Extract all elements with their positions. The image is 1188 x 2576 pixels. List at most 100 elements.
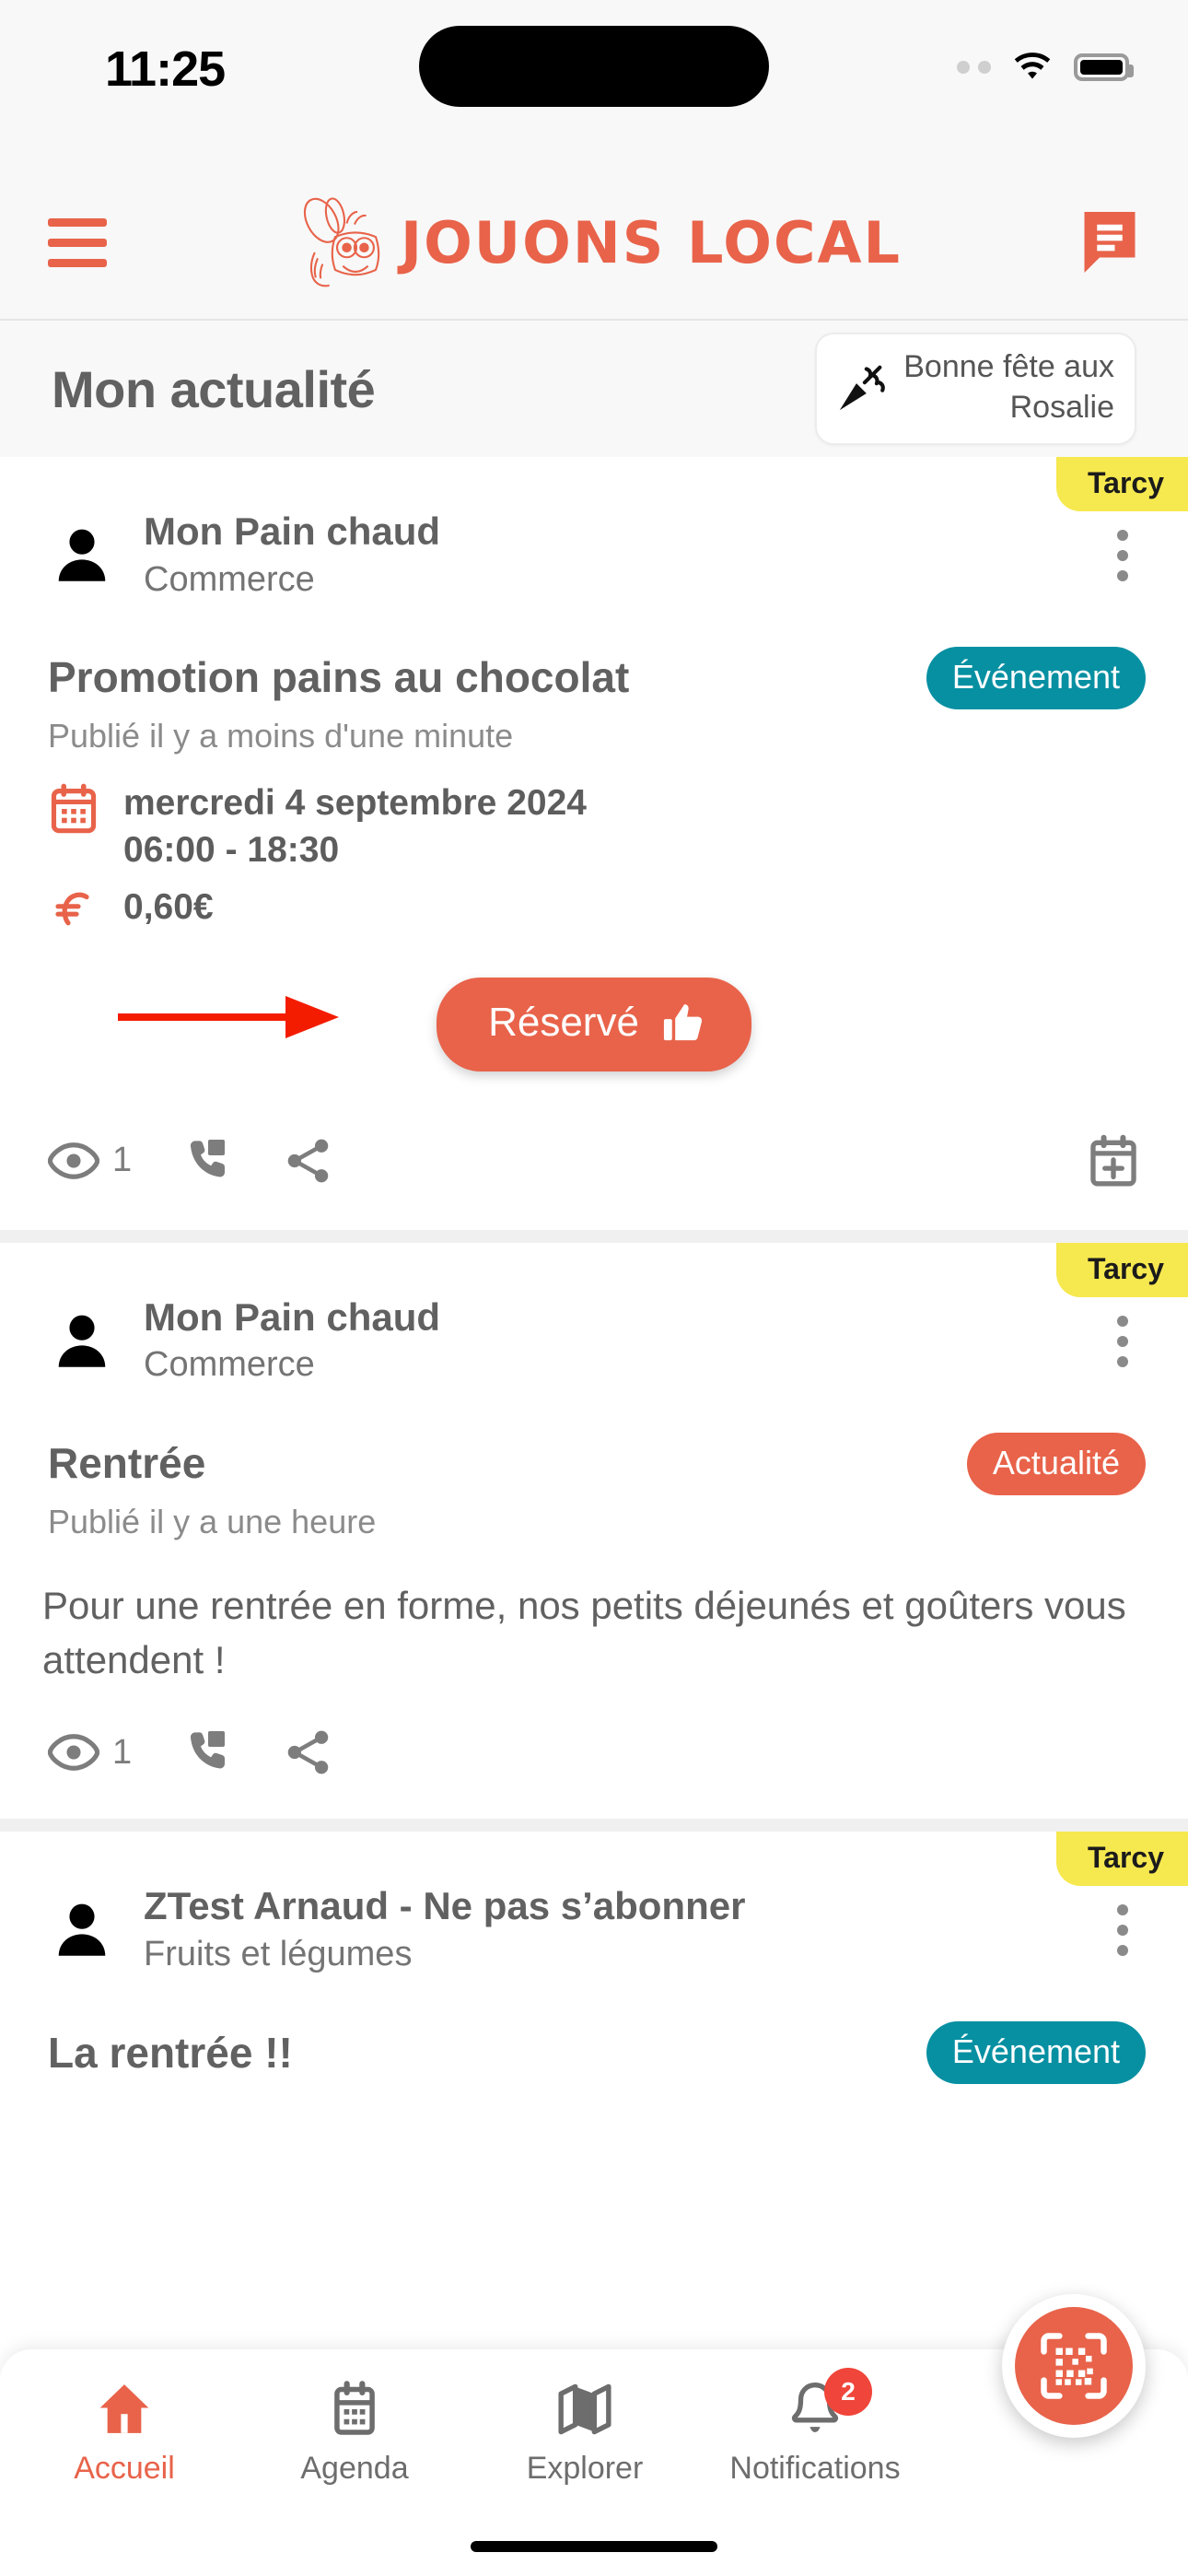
- call-action[interactable]: [185, 1137, 231, 1185]
- qr-code-scan-icon: [1041, 2333, 1107, 2399]
- phone-icon: [191, 1139, 226, 1177]
- battery-icon: [1074, 53, 1134, 81]
- page-title: Mon actualité: [52, 359, 376, 418]
- section-header: Mon actualité Bonne fête aux Rosalie: [0, 321, 1188, 457]
- post-title-row: La rentrée !! Événement: [0, 1977, 1188, 2084]
- post-card[interactable]: Tarcy Mon Pain chaud Commerce Rentrée Ac…: [0, 1242, 1188, 1820]
- thumbs-up-icon: [663, 1003, 703, 1041]
- reserve-button[interactable]: Réservé: [437, 977, 751, 1071]
- post-author-name: Mon Pain chaud: [144, 509, 441, 553]
- post-price-row: 0,60€: [48, 884, 1140, 931]
- location-tag: Tarcy: [1055, 1832, 1188, 1887]
- post-title-row: Rentrée Actualité: [0, 1388, 1188, 1495]
- post-actions: 1: [0, 1094, 1188, 1224]
- share-icon: [287, 1730, 329, 1774]
- share-icon: [287, 1139, 329, 1183]
- views-action[interactable]: 1: [48, 1141, 132, 1180]
- nav-label-accueil: Accueil: [74, 2451, 175, 2486]
- location-tag: Tarcy: [1055, 1242, 1188, 1297]
- person-avatar-icon: [58, 1903, 106, 1956]
- post-date: mercredi 4 septembre 2024: [123, 782, 587, 823]
- post-card[interactable]: Tarcy ZTest Arnaud - Ne pas s’abonner Fr…: [0, 1832, 1188, 2301]
- post-price: 0,60€: [123, 886, 214, 927]
- post-category-badge: Événement: [926, 646, 1146, 709]
- post-category-badge: Actualité: [966, 1432, 1146, 1495]
- kebab-menu-icon[interactable]: [1117, 1904, 1140, 1957]
- wifi-icon: [1014, 53, 1051, 79]
- post-title: Rentrée: [48, 1439, 206, 1488]
- chat-bubble-icon[interactable]: [1079, 209, 1140, 275]
- post-date-row: mercredi 4 septembre 2024 06:00 - 18:30: [48, 779, 1140, 874]
- post-time: 06:00 - 18:30: [123, 830, 340, 871]
- app-header: JOUONS LOCAL: [0, 166, 1188, 321]
- kebab-menu-icon[interactable]: [1117, 1315, 1140, 1367]
- calendar-icon: [334, 2381, 375, 2435]
- person-avatar-icon: [58, 1315, 106, 1367]
- eye-icon: [48, 1142, 99, 1179]
- phone-icon: [191, 1731, 226, 1769]
- post-author-row: ZTest Arnaud - Ne pas s’abonner Fruits e…: [0, 1832, 1188, 1977]
- home-icon: [99, 2384, 149, 2433]
- signal-dots-icon: [957, 61, 991, 74]
- dynamic-island: [419, 26, 769, 107]
- nav-item-explorer[interactable]: Explorer: [470, 2381, 700, 2487]
- reserve-button-label: Réservé: [488, 999, 639, 1045]
- brand: JOUONS LOCAL: [286, 194, 902, 291]
- nav-item-notifications[interactable]: 2 Notifications: [700, 2368, 930, 2487]
- hamburger-menu-icon[interactable]: [48, 217, 107, 267]
- post-title-row: Promotion pains au chocolat Événement: [0, 603, 1188, 709]
- post-published: Publié il y a moins d'une minute: [48, 716, 514, 755]
- post-title: Promotion pains au chocolat: [48, 653, 630, 702]
- post-author-role: Commerce: [144, 1345, 315, 1385]
- post-cta-wrap: Réservé: [0, 941, 1188, 1094]
- views-count: 1: [112, 1732, 133, 1772]
- post-author-role: Commerce: [144, 559, 315, 599]
- euro-icon: [55, 892, 89, 926]
- post-card[interactable]: Tarcy Mon Pain chaud Commerce Promotion …: [0, 457, 1188, 1230]
- status-indicators: [957, 44, 1134, 83]
- person-avatar-icon: [58, 529, 106, 581]
- red-arrow-annotation: [118, 995, 339, 1038]
- post-actions: 1: [0, 1688, 1188, 1813]
- share-action[interactable]: [285, 1728, 332, 1776]
- views-count: 1: [112, 1141, 133, 1180]
- nameday-card[interactable]: Bonne fête aux Rosalie: [815, 333, 1136, 445]
- post-author-role: Fruits et légumes: [144, 1934, 413, 1973]
- brand-name: JOUONS LOCAL: [401, 208, 902, 276]
- nameday-line1: Bonne fête aux: [903, 349, 1114, 385]
- nav-label-agenda: Agenda: [300, 2451, 409, 2486]
- call-action[interactable]: [185, 1728, 231, 1776]
- post-meta: mercredi 4 septembre 2024 06:00 - 18:30: [0, 755, 1188, 931]
- post-title: La rentrée !!: [48, 2028, 293, 2077]
- home-indicator: [471, 2541, 717, 2552]
- nav-label-notifications: Notifications: [729, 2451, 901, 2486]
- qr-scan-fab[interactable]: [1002, 2294, 1146, 2438]
- news-feed: Tarcy Mon Pain chaud Commerce Promotion …: [0, 457, 1188, 2301]
- status-time: 11:25: [105, 41, 226, 97]
- location-tag: Tarcy: [1055, 457, 1188, 511]
- nav-item-accueil[interactable]: Accueil: [9, 2381, 239, 2487]
- share-action[interactable]: [285, 1137, 332, 1185]
- nameday-text: Bonne fête aux Rosalie: [903, 347, 1114, 427]
- app-screen: 11:25 JOUONS LOCAL Mon actualité Bonne f…: [0, 0, 1188, 2576]
- post-author-name: ZTest Arnaud - Ne pas s’abonner: [144, 1884, 746, 1928]
- views-action[interactable]: 1: [48, 1733, 132, 1773]
- notifications-badge: 2: [824, 2368, 872, 2416]
- post-category-badge: Événement: [926, 2021, 1146, 2084]
- post-author-name: Mon Pain chaud: [144, 1294, 441, 1339]
- post-body: Pour une rentrée en forme, nos petits dé…: [42, 1583, 1126, 1682]
- bee-logo-icon: [303, 196, 380, 287]
- kebab-menu-icon[interactable]: [1117, 529, 1140, 581]
- post-published: Publié il y a une heure: [48, 1502, 377, 1540]
- nav-item-agenda[interactable]: Agenda: [239, 2381, 470, 2487]
- nav-label-explorer: Explorer: [526, 2451, 644, 2486]
- nameday-line2: Rosalie: [1009, 390, 1114, 425]
- status-bar: 11:25: [0, 0, 1188, 166]
- map-icon: [558, 2383, 611, 2435]
- add-to-calendar-action[interactable]: [1087, 1134, 1140, 1188]
- post-author-row: Mon Pain chaud Commerce: [0, 457, 1188, 603]
- eye-icon: [48, 1734, 99, 1771]
- calendar-icon: [51, 783, 97, 834]
- post-author-row: Mon Pain chaud Commerce: [0, 1243, 1188, 1388]
- calendar-plus-icon: [1090, 1134, 1136, 1187]
